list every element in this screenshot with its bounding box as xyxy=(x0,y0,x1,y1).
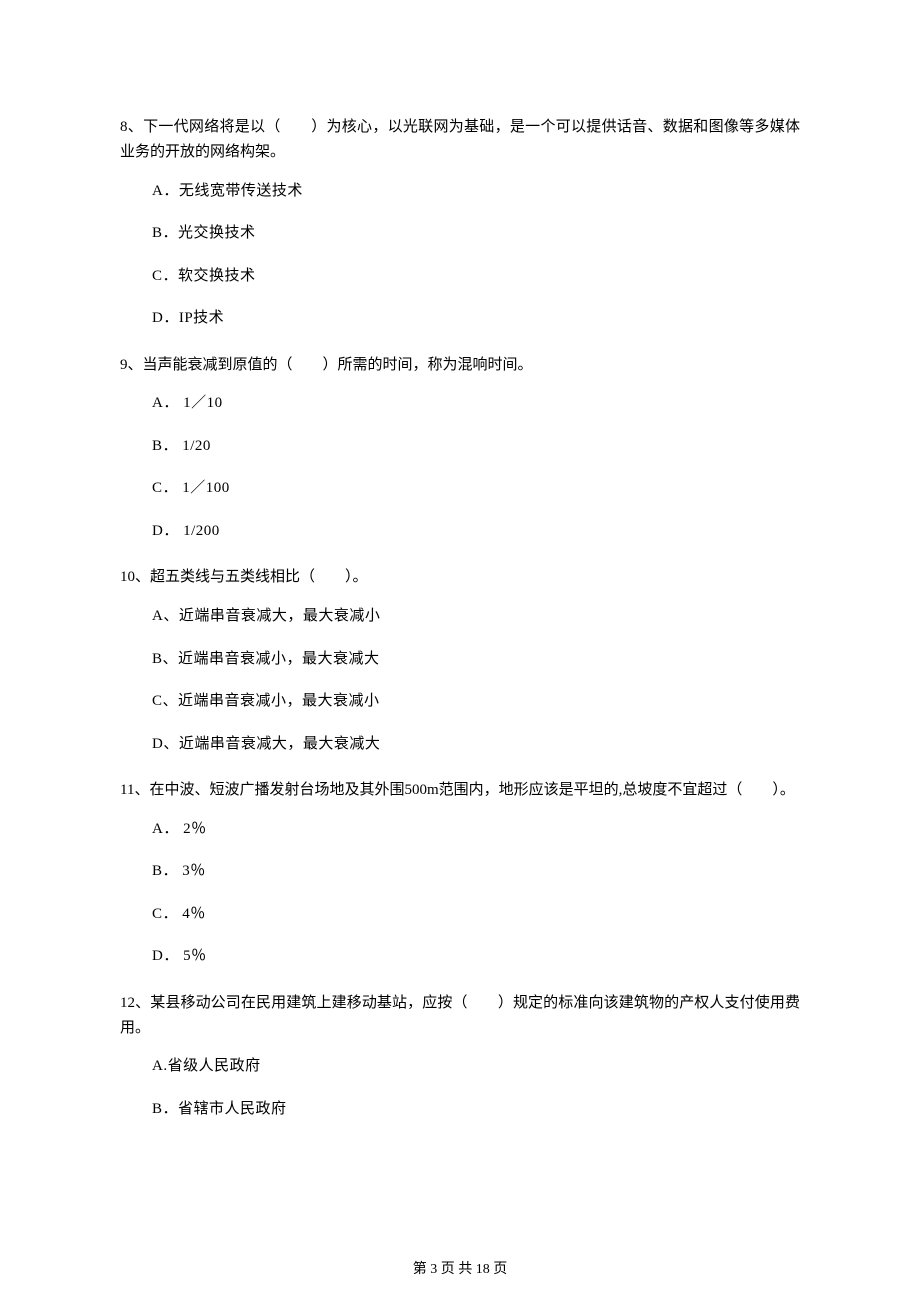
q11-option-c: C． 4％ xyxy=(152,906,800,923)
q9-option-d: D． 1/200 xyxy=(152,523,800,540)
q8-option-b: B．光交换技术 xyxy=(152,225,800,242)
q8-option-c: C．软交换技术 xyxy=(152,268,800,285)
q9-option-c: C． 1／100 xyxy=(152,480,800,497)
q10-option-b: B、近端串音衰减小，最大衰减大 xyxy=(152,651,800,668)
q11-option-a: A． 2％ xyxy=(152,821,800,838)
q11-option-b: B． 3％ xyxy=(152,863,800,880)
question-11: 11、在中波、短波广播发射台场地及其外围500m范围内，地形应该是平坦的,总坡度… xyxy=(120,778,800,965)
question-8-text: 8、下一代网络将是以（ ）为核心，以光联网为基础，是一个可以提供话音、数据和图像… xyxy=(120,115,800,165)
question-11-options: A． 2％ B． 3％ C． 4％ D． 5％ xyxy=(120,821,800,965)
q9-option-b: B． 1/20 xyxy=(152,438,800,455)
question-8-options: A．无线宽带传送技术 B．光交换技术 C．软交换技术 D．IP技术 xyxy=(120,183,800,327)
q10-option-a: A、近端串音衰减大，最大衰减小 xyxy=(152,608,800,625)
q8-option-d: D．IP技术 xyxy=(152,310,800,327)
q10-option-c: C、近端串音衰减小，最大衰减小 xyxy=(152,693,800,710)
q11-option-d: D． 5％ xyxy=(152,948,800,965)
question-9-options: A． 1／10 B． 1/20 C． 1／100 D． 1/200 xyxy=(120,395,800,539)
q8-option-a: A．无线宽带传送技术 xyxy=(152,183,800,200)
question-9-text: 9、当声能衰减到原值的（ ）所需的时间，称为混响时间。 xyxy=(120,353,800,378)
q12-option-a: A.省级人民政府 xyxy=(152,1058,800,1075)
question-8: 8、下一代网络将是以（ ）为核心，以光联网为基础，是一个可以提供话音、数据和图像… xyxy=(120,115,800,327)
q9-option-a: A． 1／10 xyxy=(152,395,800,412)
question-9: 9、当声能衰减到原值的（ ）所需的时间，称为混响时间。 A． 1／10 B． 1… xyxy=(120,353,800,540)
question-12-text: 12、某县移动公司在民用建筑上建移动基站，应按（ ）规定的标准向该建筑物的产权人… xyxy=(120,991,800,1041)
page-footer: 第 3 页 共 18 页 xyxy=(0,1258,920,1278)
question-10: 10、超五类线与五类线相比（ ）。 A、近端串音衰减大，最大衰减小 B、近端串音… xyxy=(120,565,800,752)
question-11-text: 11、在中波、短波广播发射台场地及其外围500m范围内，地形应该是平坦的,总坡度… xyxy=(120,778,800,803)
question-12-options: A.省级人民政府 B．省辖市人民政府 xyxy=(120,1058,800,1117)
question-12: 12、某县移动公司在民用建筑上建移动基站，应按（ ）规定的标准向该建筑物的产权人… xyxy=(120,991,800,1118)
document-page: 8、下一代网络将是以（ ）为核心，以光联网为基础，是一个可以提供话音、数据和图像… xyxy=(0,0,920,1302)
question-10-options: A、近端串音衰减大，最大衰减小 B、近端串音衰减小，最大衰减大 C、近端串音衰减… xyxy=(120,608,800,752)
q12-option-b: B．省辖市人民政府 xyxy=(152,1101,800,1118)
question-10-text: 10、超五类线与五类线相比（ ）。 xyxy=(120,565,800,590)
q10-option-d: D、近端串音衰减大，最大衰减大 xyxy=(152,736,800,753)
